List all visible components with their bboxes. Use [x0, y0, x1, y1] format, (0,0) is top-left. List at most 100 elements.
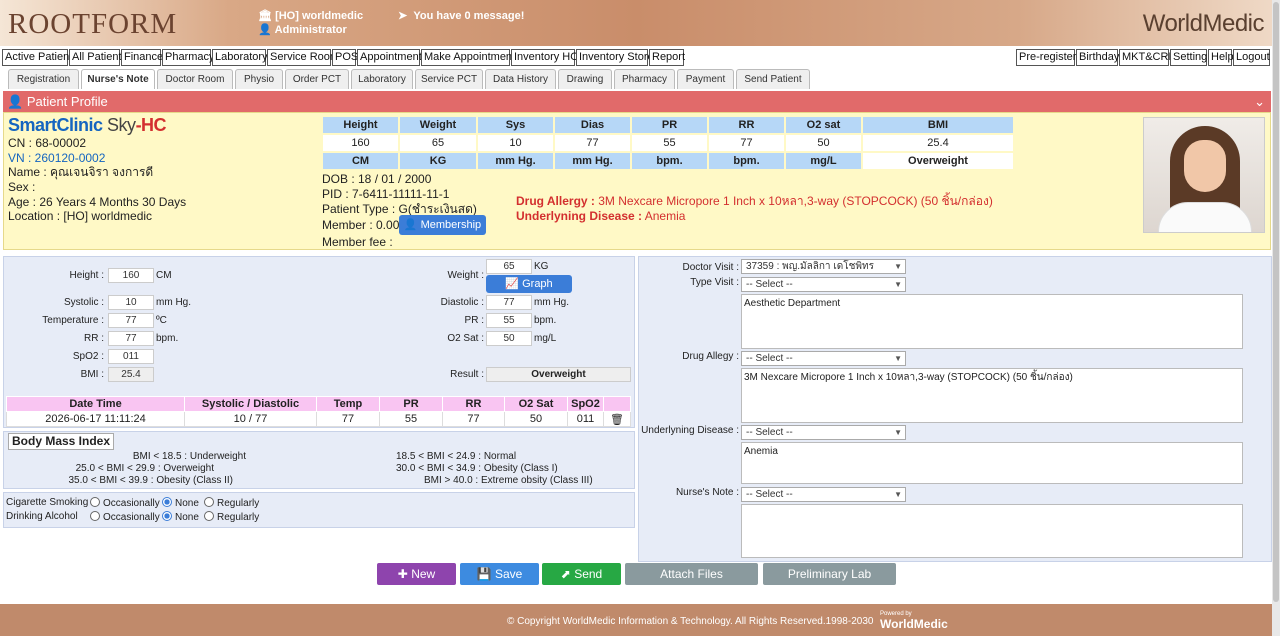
membership-button[interactable]: 👤 Membership: [399, 215, 486, 235]
menu-inventory-ho[interactable]: Inventory HO: [511, 49, 579, 66]
membership-label: Membership: [420, 219, 482, 231]
trash-icon[interactable]: 🗑: [603, 411, 631, 427]
menu-pre-register[interactable]: Pre-register: [1016, 49, 1076, 66]
habits-panel: Cigarette Smoking Occasionally None Regu…: [3, 492, 635, 528]
patient-profile-header[interactable]: 👤 Patient Profile ⌄: [3, 91, 1271, 112]
menu-make-appointment[interactable]: Make Appointment: [421, 49, 515, 66]
tab-data-history[interactable]: Data History: [485, 69, 556, 89]
tab-physio[interactable]: Physio: [235, 69, 283, 89]
send-icon: ⬈: [560, 567, 571, 581]
radio-checked-icon[interactable]: [162, 511, 172, 521]
doctor-visit-label: Doctor Visit :: [682, 262, 740, 273]
menu-pos[interactable]: POS: [332, 49, 358, 66]
type-visit-textarea[interactable]: Aesthetic Department: [741, 294, 1243, 349]
preliminary-lab-button[interactable]: Preliminary Lab: [763, 563, 896, 585]
tab-service-pct[interactable]: Service PCT: [415, 69, 483, 89]
weight-label: Weight :: [447, 270, 485, 281]
o2-sat-input[interactable]: 50: [486, 331, 532, 346]
menu-laboratory[interactable]: Laboratory: [212, 49, 268, 66]
user-icon: 👤: [258, 24, 272, 36]
smoking-none[interactable]: None: [162, 497, 199, 509]
diastolic-unit: mm Hg.: [534, 297, 569, 308]
pr-unit: bpm.: [534, 315, 557, 326]
menu-mkt-crm[interactable]: MKT&CRM: [1119, 49, 1178, 66]
tab-nurses-note[interactable]: Nurse's Note: [81, 69, 155, 89]
menu-inventory-store[interactable]: Inventory Store: [576, 49, 654, 66]
type-visit-select[interactable]: -- Select -- ▼: [741, 277, 906, 292]
tab-laboratory[interactable]: Laboratory: [351, 69, 413, 89]
history-cell: 50: [504, 411, 568, 427]
send-button[interactable]: ⬈ Send: [542, 563, 621, 585]
underlying-disease-select[interactable]: -- Select -- ▼: [741, 425, 906, 440]
alcohol-none[interactable]: None: [162, 511, 199, 523]
message-link[interactable]: ➤ You have 0 message!: [398, 9, 524, 22]
menu-report[interactable]: Report: [649, 49, 685, 66]
attach-files-button[interactable]: Attach Files: [625, 563, 758, 585]
menu-birthday[interactable]: Birthday: [1076, 49, 1119, 66]
height-input[interactable]: 160: [108, 268, 154, 283]
menu-appointment[interactable]: Appointment: [357, 49, 422, 66]
menu-active-patient[interactable]: Active Patient: [2, 49, 72, 66]
tab-order-pct[interactable]: Order PCT: [285, 69, 349, 89]
tab-payment[interactable]: Payment: [677, 69, 734, 89]
nurses-note-textarea[interactable]: [741, 504, 1243, 558]
patient-vn: VN : 260120-0002: [8, 151, 106, 165]
height-label: Height :: [69, 270, 104, 281]
menu-service-room[interactable]: Service Room: [267, 49, 339, 66]
tab-registration[interactable]: Registration: [8, 69, 79, 89]
tab-pharmacy[interactable]: Pharmacy: [614, 69, 675, 89]
table-row[interactable]: 2026-06-17 11:11:24 10 / 77 77 55 77 50 …: [6, 411, 631, 427]
menu-finance[interactable]: Finance: [121, 49, 163, 66]
spo2-label: SpO2 :: [72, 351, 104, 362]
send-icon: ➤: [398, 10, 408, 22]
rr-label: RR :: [84, 333, 104, 344]
menu-logout[interactable]: Logout: [1233, 49, 1270, 66]
pr-input[interactable]: 55: [486, 313, 532, 328]
save-button[interactable]: 💾 Save: [460, 563, 539, 585]
menu-help[interactable]: Help: [1208, 49, 1234, 66]
radio-icon[interactable]: [204, 497, 214, 507]
systolic-input[interactable]: 10: [108, 295, 154, 310]
drug-allergy-textarea[interactable]: 3M Nexcare Micropore 1 Inch x 10หลา,3-wa…: [741, 368, 1243, 423]
graph-button[interactable]: 📈 Graph: [486, 275, 572, 293]
radio-label: Regularly: [217, 512, 260, 523]
menu-setting[interactable]: Setting: [1170, 49, 1207, 66]
radio-icon[interactable]: [204, 511, 214, 521]
smoking-regularly[interactable]: Regularly: [204, 497, 259, 509]
radio-icon[interactable]: [90, 511, 100, 521]
chevron-down-icon: ▼: [894, 354, 902, 363]
vital-value: 50: [784, 133, 863, 153]
diastolic-input[interactable]: 77: [486, 295, 532, 310]
nurses-note-select[interactable]: -- Select -- ▼: [741, 487, 906, 502]
menu-pharmacy[interactable]: Pharmacy: [162, 49, 215, 66]
vital-head: BMI: [861, 115, 1015, 135]
radio-icon[interactable]: [90, 497, 100, 507]
tab-send-patient[interactable]: Send Patient: [736, 69, 810, 89]
graph-label: Graph: [522, 278, 553, 290]
history-col-header: SpO2: [567, 396, 604, 412]
tab-drawing[interactable]: Drawing: [558, 69, 612, 89]
scrollbar-thumb[interactable]: [1273, 2, 1279, 602]
chevron-down-icon[interactable]: ⌄: [1254, 91, 1265, 112]
doctor-visit-select[interactable]: 37359 : พญ.มัลลิกา เดโชพิทร ▼: [741, 259, 906, 274]
alcohol-occasionally[interactable]: Occasionally: [90, 511, 160, 523]
radio-label: Occasionally: [103, 498, 160, 509]
rr-input[interactable]: 77: [108, 331, 154, 346]
page-scrollbar[interactable]: [1272, 0, 1280, 636]
drug-allergy-select[interactable]: -- Select -- ▼: [741, 351, 906, 366]
patient-name: Name : คุณเจนจิรา จงการดี: [8, 165, 154, 179]
smoking-occasionally[interactable]: Occasionally: [90, 497, 160, 509]
weight-input[interactable]: 65: [486, 259, 532, 274]
underlying-disease-textarea[interactable]: Anemia: [741, 442, 1243, 484]
spo2-input[interactable]: 011: [108, 349, 154, 364]
tab-doctor-room[interactable]: Doctor Room: [157, 69, 233, 89]
worldmedic-logo: WorldMedic: [1142, 10, 1265, 37]
alcohol-regularly[interactable]: Regularly: [204, 511, 259, 523]
temperature-input[interactable]: 77: [108, 313, 154, 328]
chevron-down-icon: ▼: [894, 428, 902, 437]
radio-checked-icon[interactable]: [162, 497, 172, 507]
vital-unit: KG: [398, 151, 478, 171]
bmi-range: 25.0 < BMI < 29.9 : Overweight: [75, 463, 214, 474]
new-button[interactable]: ✚ New: [377, 563, 456, 585]
menu-all-patient[interactable]: All Patient: [69, 49, 122, 66]
